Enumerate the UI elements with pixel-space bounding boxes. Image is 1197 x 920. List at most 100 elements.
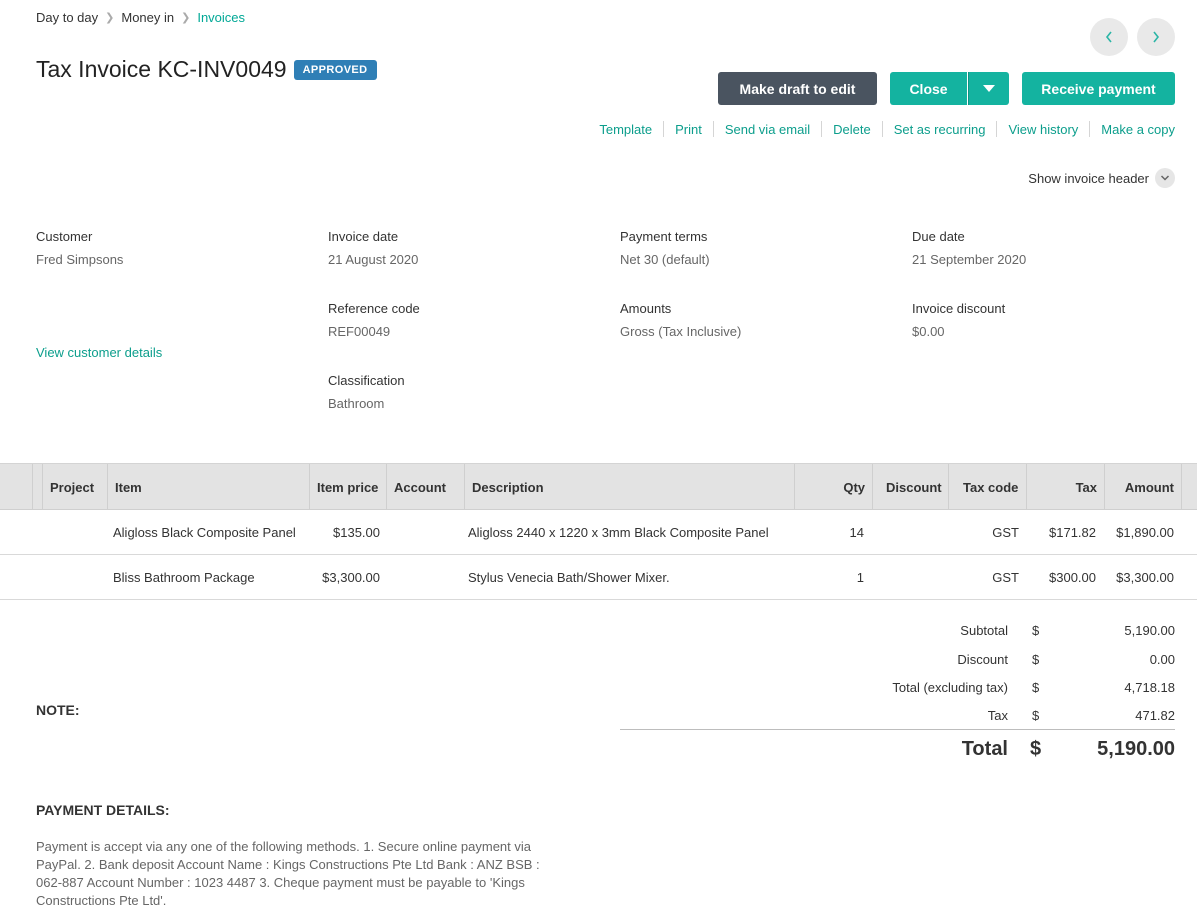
chevron-right-icon xyxy=(1153,31,1160,43)
row-discount xyxy=(872,510,948,554)
previous-invoice-button[interactable] xyxy=(1090,18,1128,56)
send-via-email-link[interactable]: Send via email xyxy=(725,122,810,137)
due-date-label: Due date xyxy=(912,229,965,244)
show-invoice-header-toggle[interactable]: Show invoice header xyxy=(1028,168,1175,188)
divider xyxy=(1089,121,1091,137)
table-row[interactable]: Bliss Bathroom Package $3,300.00 Stylus … xyxy=(0,555,1197,600)
chevron-left-icon xyxy=(1105,31,1112,43)
actions-column-header xyxy=(1181,464,1197,510)
view-history-link[interactable]: View history xyxy=(1008,122,1078,137)
status-badge: APPROVED xyxy=(293,59,377,80)
qty-column-header: Qty xyxy=(794,464,872,510)
row-qty: 14 xyxy=(849,524,864,540)
row-item: Bliss Bathroom Package xyxy=(113,569,255,585)
payment-terms-label: Payment terms xyxy=(620,229,708,244)
row-project xyxy=(42,510,107,554)
amounts-label: Amounts xyxy=(620,301,672,316)
chevron-right-icon: ❯ xyxy=(181,12,191,24)
row-description: Stylus Venecia Bath/Shower Mixer. xyxy=(468,569,670,585)
row-item-price: $3,300.00 xyxy=(322,569,380,585)
payment-details-label: PAYMENT DETAILS: xyxy=(36,802,170,818)
next-invoice-button[interactable] xyxy=(1137,18,1175,56)
row-tax-code: GST xyxy=(992,569,1019,585)
invoice-discount-label: Invoice discount xyxy=(912,301,1006,316)
receive-payment-button[interactable]: Receive payment xyxy=(1022,72,1175,105)
total-label: Total xyxy=(961,738,1008,760)
invoice-date-label: Invoice date xyxy=(328,229,399,244)
payment-terms-value: Net 30 (default) xyxy=(620,252,710,267)
row-qty: 1 xyxy=(856,569,864,585)
reference-code-label: Reference code xyxy=(328,301,420,316)
item-column-header: Item xyxy=(107,464,309,510)
breadcrumb-day-to-day[interactable]: Day to day xyxy=(36,10,98,25)
row-description: Aligloss 2440 x 1220 x 3mm Black Composi… xyxy=(468,524,769,540)
row-discount xyxy=(872,555,948,599)
row-tax: $300.00 xyxy=(1049,569,1096,585)
view-customer-details-link[interactable]: View customer details xyxy=(36,345,162,360)
classification-value: Bathroom xyxy=(328,396,385,411)
tax-currency: $ xyxy=(1032,708,1040,723)
project-column-header: Project xyxy=(42,464,107,510)
subtotal-value: 5,190.00 xyxy=(1124,623,1175,638)
amount-column-header: Amount xyxy=(1104,464,1181,510)
line-items-header: Project Item Item price Account Descript… xyxy=(0,463,1197,510)
chevron-down-icon xyxy=(1155,168,1175,188)
chevron-right-icon: ❯ xyxy=(105,12,115,24)
customer-label: Customer xyxy=(36,229,93,244)
description-column-header: Description xyxy=(464,464,794,510)
row-project xyxy=(42,555,107,599)
discount-label: Discount xyxy=(957,652,1008,667)
print-link[interactable]: Print xyxy=(675,122,702,137)
row-item-price: $135.00 xyxy=(333,524,380,540)
delete-link[interactable]: Delete xyxy=(833,122,871,137)
item-price-column-header: Item price xyxy=(309,464,386,510)
discount-value: 0.00 xyxy=(1149,652,1175,667)
row-amount: $3,300.00 xyxy=(1116,569,1174,585)
make-draft-button[interactable]: Make draft to edit xyxy=(718,72,877,105)
due-date-value: 21 September 2020 xyxy=(912,252,1027,267)
template-link[interactable]: Template xyxy=(599,122,652,137)
caret-down-icon xyxy=(983,85,995,92)
set-as-recurring-link[interactable]: Set as recurring xyxy=(894,122,986,137)
show-invoice-header-label: Show invoice header xyxy=(1028,170,1149,186)
row-tax: $171.82 xyxy=(1049,524,1096,540)
divider xyxy=(996,121,998,137)
action-links: Template Print Send via email Delete Set… xyxy=(599,121,1175,137)
title-row: Tax Invoice KC-INV0049 APPROVED xyxy=(36,56,377,83)
breadcrumb-invoices[interactable]: Invoices xyxy=(197,10,245,25)
account-column-header: Account xyxy=(386,464,464,510)
customer-value: Fred Simpsons xyxy=(36,252,124,267)
page-title: Tax Invoice KC-INV0049 xyxy=(36,56,287,82)
tax-value: 471.82 xyxy=(1135,708,1175,723)
invoice-date-value: 21 August 2020 xyxy=(328,252,419,267)
divider xyxy=(663,121,665,137)
subtotal-label: Subtotal xyxy=(960,623,1008,638)
discount-column-header: Discount xyxy=(872,464,948,510)
row-account xyxy=(386,555,464,599)
discount-currency: $ xyxy=(1032,652,1040,667)
reference-code-value: REF00049 xyxy=(328,324,391,339)
tax-column-header: Tax xyxy=(1026,464,1104,510)
tax-code-column-header: Tax code xyxy=(948,464,1026,510)
row-tax-code: GST xyxy=(992,524,1019,540)
amounts-value: Gross (Tax Inclusive) xyxy=(620,324,742,339)
subtotal-currency: $ xyxy=(1032,623,1040,638)
note-label: NOTE: xyxy=(36,702,80,718)
total-excluding-tax-value: 4,718.18 xyxy=(1124,680,1175,695)
drag-column-header xyxy=(32,464,42,510)
divider xyxy=(821,121,823,137)
classification-label: Classification xyxy=(328,373,405,388)
divider xyxy=(712,121,714,137)
divider xyxy=(881,121,883,137)
close-button[interactable]: Close xyxy=(890,72,967,105)
total-value: 5,190.00 xyxy=(1097,738,1175,760)
invoice-discount-value: $0.00 xyxy=(912,324,945,339)
make-a-copy-link[interactable]: Make a copy xyxy=(1101,122,1175,137)
totals-divider xyxy=(620,729,1175,730)
row-account xyxy=(386,510,464,554)
close-options-button[interactable] xyxy=(968,72,1009,105)
tax-label: Tax xyxy=(987,708,1008,723)
breadcrumb-money-in[interactable]: Money in xyxy=(121,10,174,25)
table-row[interactable]: Aligloss Black Composite Panel $135.00 A… xyxy=(0,510,1197,555)
total-excluding-tax-label: Total (excluding tax) xyxy=(892,680,1008,695)
